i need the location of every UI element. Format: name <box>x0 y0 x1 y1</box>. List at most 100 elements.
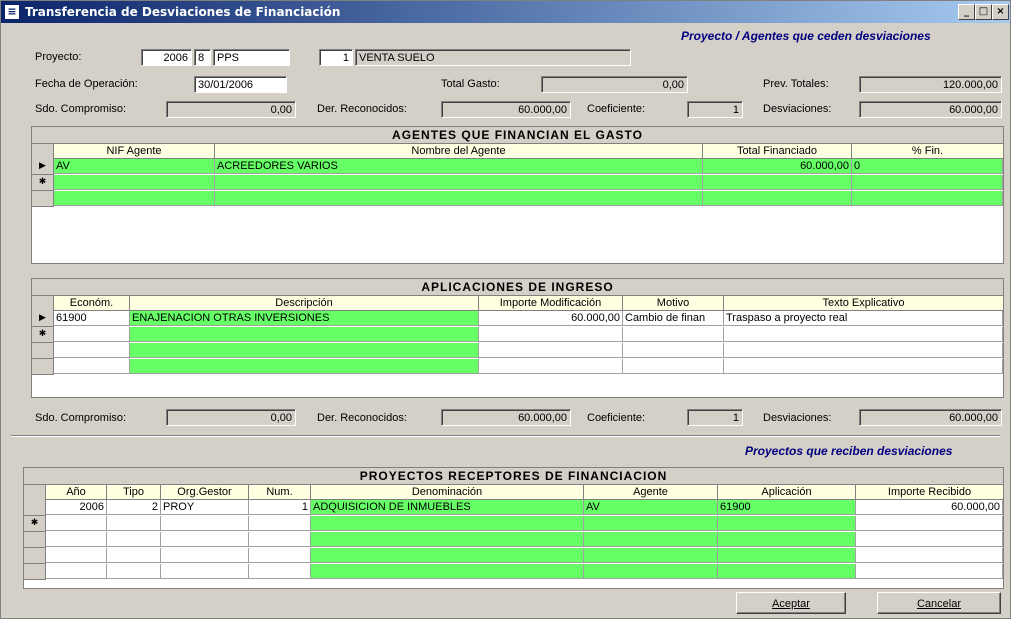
close-button[interactable]: × <box>992 4 1009 20</box>
receptores-cell-empty[interactable] <box>107 548 161 563</box>
receptores-col-denominacion[interactable]: Denominación <box>311 485 584 500</box>
receptores-cell-empty[interactable] <box>161 548 249 563</box>
row-selector[interactable] <box>32 191 54 207</box>
receptores-cell-empty[interactable] <box>107 564 161 579</box>
receptores-cell-empty[interactable] <box>249 564 311 579</box>
aplicaciones-cell-empty[interactable] <box>130 327 479 342</box>
agentes-cell-empty[interactable] <box>54 175 215 190</box>
agentes-col-pct[interactable]: % Fin. <box>852 144 1004 159</box>
table-row[interactable]: ▶ AV ACREEDORES VARIOS 60.000,00 0 <box>32 159 1003 175</box>
receptores-col-orggestor[interactable]: Org.Gestor <box>161 485 249 500</box>
agentes-col-nombre[interactable]: Nombre del Agente <box>215 144 703 159</box>
receptores-cell-aplicacion[interactable]: 61900 <box>718 500 856 515</box>
current-row-marker[interactable]: ▶ <box>32 159 54 175</box>
table-row[interactable] <box>32 359 1003 375</box>
receptores-cell-empty[interactable] <box>161 516 249 531</box>
receptores-cell-empty[interactable] <box>46 532 107 547</box>
aplicaciones-cell-empty[interactable] <box>724 343 1003 358</box>
proyecto-code-field[interactable]: PPS <box>213 49 290 66</box>
receptores-cell-empty[interactable] <box>584 532 718 547</box>
row-selector[interactable] <box>24 500 46 516</box>
receptores-cell-tipo[interactable]: 2 <box>107 500 161 515</box>
title-bar[interactable]: ≡ Transferencia de Desviaciones de Finan… <box>1 1 1010 23</box>
receptores-cell-empty[interactable] <box>107 532 161 547</box>
aplicaciones-cell-motivo[interactable]: Cambio de finan <box>623 311 724 326</box>
agentes-cell-empty[interactable] <box>54 191 215 206</box>
row-selector[interactable] <box>24 564 46 580</box>
new-row-marker[interactable]: ✱ <box>24 516 46 532</box>
receptores-cell-empty[interactable] <box>856 548 1003 563</box>
aceptar-button[interactable]: Aceptar <box>736 592 846 614</box>
agentes-col-nif[interactable]: NIF Agente <box>54 144 215 159</box>
agentes-cell-empty[interactable] <box>215 191 703 206</box>
receptores-cell-empty[interactable] <box>311 532 584 547</box>
agentes-cell-empty[interactable] <box>215 175 703 190</box>
aplicaciones-cell-empty[interactable] <box>54 359 130 374</box>
receptores-cell-empty[interactable] <box>249 516 311 531</box>
receptores-cell-empty[interactable] <box>161 532 249 547</box>
receptores-cell-empty[interactable] <box>311 516 584 531</box>
aplicaciones-cell-descripcion[interactable]: ENAJENACION OTRAS INVERSIONES <box>130 311 479 326</box>
table-row[interactable] <box>32 191 1003 207</box>
agentes-cell-pct[interactable]: 0 <box>852 159 1003 174</box>
new-row-marker[interactable]: ✱ <box>32 327 54 343</box>
aplicaciones-cell-empty[interactable] <box>623 343 724 358</box>
aplicaciones-col-texto[interactable]: Texto Explicativo <box>724 296 1004 311</box>
receptores-cell-agente[interactable]: AV <box>584 500 718 515</box>
table-row[interactable] <box>24 548 1003 564</box>
agentes-cell-total[interactable]: 60.000,00 <box>703 159 852 174</box>
receptores-cell-empty[interactable] <box>249 548 311 563</box>
aplicaciones-col-descripcion[interactable]: Descripción <box>130 296 479 311</box>
aplicaciones-col-motivo[interactable]: Motivo <box>623 296 724 311</box>
aplicaciones-cell-empty[interactable] <box>479 359 623 374</box>
aplicaciones-cell-empty[interactable] <box>479 327 623 342</box>
receptores-col-tipo[interactable]: Tipo <box>107 485 161 500</box>
receptores-cell-num[interactable]: 1 <box>249 500 311 515</box>
table-row[interactable]: ✱ <box>32 175 1003 191</box>
table-row[interactable] <box>32 343 1003 359</box>
receptores-cell-empty[interactable] <box>46 548 107 563</box>
receptores-cell-ano[interactable]: 2006 <box>46 500 107 515</box>
proyecto-num-field[interactable]: 1 <box>319 49 353 66</box>
row-selector[interactable] <box>24 532 46 548</box>
aplicaciones-cell-texto[interactable]: Traspaso a proyecto real <box>724 311 1003 326</box>
receptores-cell-denominacion[interactable]: ADQUISICION DE INMUEBLES <box>311 500 584 515</box>
receptores-cell-empty[interactable] <box>46 564 107 579</box>
aplicaciones-cell-empty[interactable] <box>130 359 479 374</box>
aplicaciones-cell-empty[interactable] <box>130 343 479 358</box>
aplicaciones-cell-empty[interactable] <box>623 359 724 374</box>
cancelar-button[interactable]: Cancelar <box>877 592 1001 614</box>
agentes-cell-nif[interactable]: AV <box>54 159 215 174</box>
receptores-cell-empty[interactable] <box>718 516 856 531</box>
receptores-cell-empty[interactable] <box>584 516 718 531</box>
receptores-cell-empty[interactable] <box>249 532 311 547</box>
receptores-col-num[interactable]: Num. <box>249 485 311 500</box>
row-selector[interactable] <box>24 548 46 564</box>
agentes-cell-empty[interactable] <box>703 175 852 190</box>
receptores-cell-empty[interactable] <box>584 564 718 579</box>
agentes-cell-nombre[interactable]: ACREEDORES VARIOS <box>215 159 703 174</box>
receptores-cell-empty[interactable] <box>107 516 161 531</box>
agentes-col-total[interactable]: Total Financiado <box>703 144 852 159</box>
aplicaciones-cell-importe[interactable]: 60.000,00 <box>479 311 623 326</box>
receptores-cell-orggestor[interactable]: PROY <box>161 500 249 515</box>
aplicaciones-col-importe[interactable]: Importe Modificación <box>479 296 623 311</box>
agentes-cell-empty[interactable] <box>852 175 1003 190</box>
receptores-cell-empty[interactable] <box>718 548 856 563</box>
table-row[interactable]: ▶ 61900 ENAJENACION OTRAS INVERSIONES 60… <box>32 311 1003 327</box>
receptores-col-importe[interactable]: Importe Recibido <box>856 485 1004 500</box>
receptores-cell-empty[interactable] <box>311 548 584 563</box>
row-selector[interactable] <box>32 359 54 375</box>
new-row-marker[interactable]: ✱ <box>32 175 54 191</box>
maximize-button[interactable]: □ <box>975 4 992 20</box>
aplicaciones-cell-empty[interactable] <box>54 327 130 342</box>
agentes-cell-empty[interactable] <box>703 191 852 206</box>
aplicaciones-cell-empty[interactable] <box>724 327 1003 342</box>
proyecto-type-field[interactable]: 8 <box>194 49 211 66</box>
row-selector[interactable] <box>32 343 54 359</box>
receptores-col-aplicacion[interactable]: Aplicación <box>718 485 856 500</box>
receptores-cell-empty[interactable] <box>46 516 107 531</box>
receptores-cell-empty[interactable] <box>584 548 718 563</box>
receptores-col-ano[interactable]: Año <box>46 485 107 500</box>
aplicaciones-col-econom[interactable]: Económ. <box>54 296 130 311</box>
